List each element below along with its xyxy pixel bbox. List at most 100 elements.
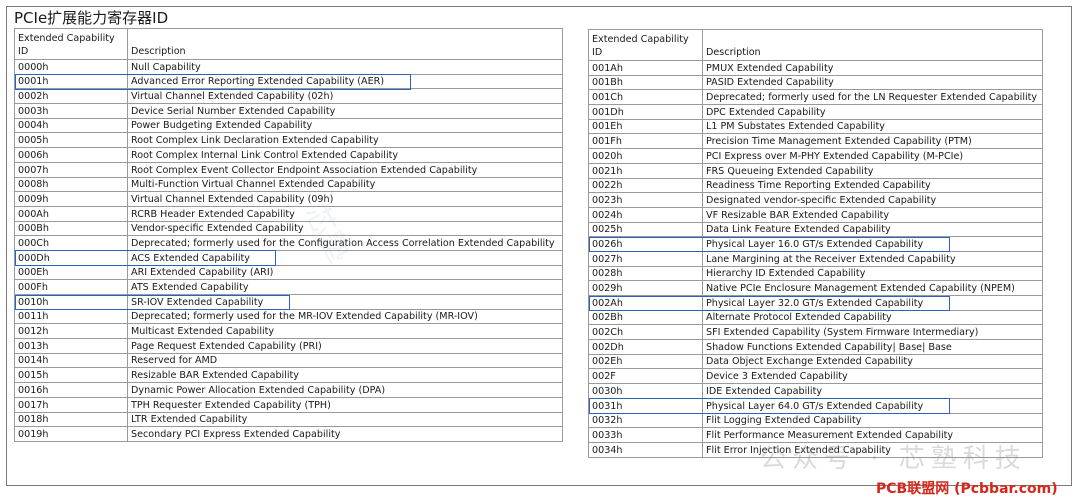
description-cell: DPC Extended Capability: [702, 104, 1043, 120]
capability-id-cell: 000Ch: [14, 235, 128, 251]
capability-id-cell: 000Dh: [14, 249, 128, 266]
table-row: 0027h Lane Margining at the Receiver Ext…: [588, 250, 1043, 267]
description-cell: Virtual Channel Extended Capability (09h…: [127, 191, 563, 207]
capability-id-cell: 0017h: [14, 396, 128, 413]
capability-id-cell: 0020h: [588, 148, 703, 164]
capability-id-cell: 001Ah: [588, 60, 703, 76]
header-description: Description: [702, 29, 1043, 61]
capability-id-cell: 0024h: [588, 206, 703, 223]
capability-table-right: Extended Capability ID Description 001Ah…: [588, 29, 1043, 458]
capability-id-cell: 0010h: [14, 294, 128, 310]
capability-id-cell: 0014h: [14, 352, 128, 369]
capability-id-cell: 0032h: [588, 412, 703, 429]
site-watermark: PCB联盟网 (Pcbbar.com): [876, 481, 1058, 497]
capability-id-cell: 0018h: [14, 411, 128, 428]
description-cell: Deprecated; formerly used for the LN Req…: [702, 89, 1043, 106]
table-row: 001Eh L1 PM Substates Extended Capability: [588, 118, 1043, 135]
table-row: 0011h Deprecated; formerly used for the M…: [14, 308, 563, 325]
description-cell: Precision Time Management Extended Capab…: [702, 133, 1043, 150]
capability-id-cell: 001Fh: [588, 133, 703, 150]
table-row: 0008h Multi-Function Virtual Channel Exte…: [14, 176, 563, 193]
description-cell: Root Complex Internal Link Control Exten…: [127, 147, 563, 163]
table-row: 0006h Root Complex Internal Link Control …: [14, 147, 563, 163]
capability-id-cell: 0027h: [588, 250, 703, 267]
table-row: 002Bh Alternate Protocol Extended Capabil…: [588, 309, 1043, 326]
table-row: 0016h Dynamic Power Allocation Extended C…: [14, 382, 563, 398]
table-row: 0015h Resizable BAR Extended Capability: [14, 367, 563, 384]
description-cell: VF Resizable BAR Extended Capability: [702, 206, 1043, 223]
table-row: 0020h PCI Express over M-PHY Extended Cap…: [588, 148, 1043, 164]
table-row: 0013h Page Request Extended Capability (P…: [14, 338, 563, 354]
faint-watermark: 公众号 · 芯塾科技: [760, 444, 1027, 474]
table-row: 002Eh Data Object Exchange Extended Capab…: [588, 353, 1043, 370]
description-cell: Flit Logging Extended Capability: [702, 412, 1043, 429]
table-row: 0005h Root Complex Link Declaration Exte…: [14, 132, 563, 149]
table-row: 0025h Data Link Feature Extended Capabili…: [588, 221, 1043, 238]
capability-id-cell: 0031h: [588, 397, 703, 414]
capability-id-cell: 0026h: [588, 236, 703, 252]
description-cell: PMUX Extended Capability: [702, 60, 1043, 76]
header-description: Description: [127, 28, 563, 60]
table-row: 000Bh Vendor-specific Extended Capability: [14, 220, 563, 237]
capability-id-cell: 0022h: [588, 177, 703, 194]
capability-id-cell: 0015h: [14, 367, 128, 384]
table-row: 0024h VF Resizable BAR Extended Capabilit…: [588, 206, 1043, 223]
table-row: 0026h Physical Layer 16.0 GT/s Extended C…: [588, 236, 1043, 252]
header-capability-id: Extended Capability ID: [588, 29, 703, 61]
capability-id-cell: 001Bh: [588, 74, 703, 91]
description-cell: Alternate Protocol Extended Capability: [702, 309, 1043, 326]
table-row: 002F Device 3 Extended Capability: [588, 368, 1043, 385]
capability-id-cell: 001Ch: [588, 89, 703, 106]
table-row: 0022h Readiness Time Reporting Extended C…: [588, 177, 1043, 194]
capability-id-cell: 001Eh: [588, 118, 703, 135]
table-row: 0017h TPH Requester Extended Capability (…: [14, 396, 563, 413]
description-cell: PASID Extended Capability: [702, 74, 1043, 91]
description-cell: Page Request Extended Capability (PRI): [127, 338, 563, 354]
table-row: 0002h Virtual Channel Extended Capability…: [14, 88, 563, 105]
capability-id-cell: 000Bh: [14, 220, 128, 237]
table-row: 0023h Designated vendor-specific Extended…: [588, 192, 1043, 208]
capability-id-cell: 0030h: [588, 383, 703, 399]
description-cell: Resizable BAR Extended Capability: [127, 367, 563, 384]
description-cell: Data Link Feature Extended Capability: [702, 221, 1043, 238]
capability-id-cell: 0006h: [14, 147, 128, 163]
description-cell: Null Capability: [127, 59, 563, 75]
table-row: 0018h LTR Extended Capability: [14, 411, 563, 428]
description-cell: Shadow Functions Extended Capability| Ba…: [702, 339, 1043, 355]
description-cell: Virtual Channel Extended Capability (02h…: [127, 88, 563, 105]
description-cell: Root Complex Link Declaration Extended C…: [127, 132, 563, 149]
capability-id-cell: 002F: [588, 368, 703, 385]
capability-id-cell: 002Ch: [588, 324, 703, 341]
description-cell: Deprecated; formerly used for the MR-IOV…: [127, 308, 563, 325]
capability-id-cell: 0003h: [14, 103, 128, 119]
capability-id-cell: 002Eh: [588, 353, 703, 370]
table-row: 0007h Root Complex Event Collector Endpoi…: [14, 161, 563, 178]
capability-id-cell: 002Dh: [588, 339, 703, 355]
capability-id-cell: 0007h: [14, 161, 128, 178]
capability-id-cell: 0028h: [588, 265, 703, 282]
table-row: 002Ch SFI Extended Capability (System Fir…: [588, 324, 1043, 341]
description-cell: SR-IOV Extended Capability: [127, 294, 563, 310]
description-cell: Root Complex Event Collector Endpoint As…: [127, 161, 563, 178]
description-cell: Secondary PCI Express Extended Capabilit…: [127, 426, 563, 442]
capability-id-cell: 0016h: [14, 382, 128, 398]
description-cell: Multi-Function Virtual Channel Extended …: [127, 176, 563, 193]
description-cell: Dynamic Power Allocation Extended Capabi…: [127, 382, 563, 398]
capability-id-cell: 0004h: [14, 117, 128, 134]
table-row: 000Eh ARI Extended Capability (ARI): [14, 264, 563, 281]
table-header-row: Extended Capability ID Description: [588, 29, 1043, 61]
description-cell: SFI Extended Capability (System Firmware…: [702, 324, 1043, 341]
table-row: 0010h SR-IOV Extended Capability: [14, 294, 563, 310]
table-row: 0012h Multicast Extended Capability: [14, 323, 563, 340]
capability-id-cell: 001Dh: [588, 104, 703, 120]
table-row: 0009h Virtual Channel Extended Capability…: [14, 191, 563, 207]
table-row: 000Ah RCRB Header Extended Capability: [14, 205, 563, 222]
description-cell: Native PCIe Enclosure Management Extende…: [702, 280, 1043, 296]
description-cell: Designated vendor-specific Extended Capa…: [702, 192, 1043, 208]
table-row: 000Fh ATS Extended Capability: [14, 279, 563, 295]
description-cell: ARI Extended Capability (ARI): [127, 264, 563, 281]
capability-id-cell: 000Fh: [14, 279, 128, 295]
table-row: 0003h Device Serial Number Extended Capab…: [14, 103, 563, 119]
description-cell: FRS Queueing Extended Capability: [702, 162, 1043, 179]
capability-id-cell: 0011h: [14, 308, 128, 325]
